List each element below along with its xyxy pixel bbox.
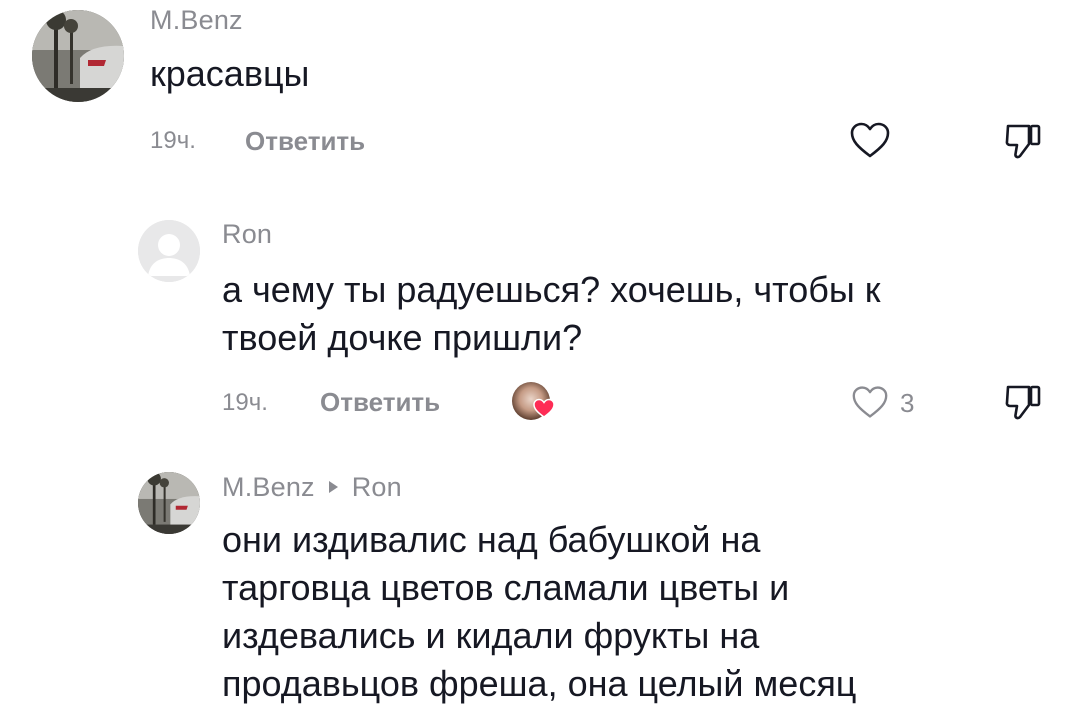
creator-liked-badge <box>512 382 555 420</box>
heart-filled-icon <box>532 396 556 420</box>
comment-text: а чему ты радуешься? хочешь, чтобы к тво… <box>222 269 881 358</box>
reply-to-username[interactable]: Ron <box>352 472 402 502</box>
like-button[interactable] <box>850 384 890 420</box>
avatar[interactable] <box>32 10 124 102</box>
reply-arrow-icon <box>328 481 338 494</box>
comment-text: они издивалис над бабушкой на тарговца ц… <box>222 519 857 704</box>
reply-button[interactable]: Ответить <box>320 387 440 418</box>
comment-username[interactable]: Ron <box>222 219 272 250</box>
comment-time: 19ч. <box>222 389 268 416</box>
like-button[interactable] <box>848 120 892 160</box>
comment-username-line: M.Benz Ron <box>222 472 402 503</box>
comment-username[interactable]: M.Benz <box>150 5 243 36</box>
like-count: 3 <box>900 388 915 418</box>
reply-button[interactable]: Ответить <box>245 126 365 157</box>
comment-item: Ron а чему ты радуешься? хочешь, чтобы к… <box>0 200 1080 450</box>
avatar[interactable] <box>138 220 200 282</box>
comment-item: M.Benz красавцы 19ч. Ответить <box>0 0 1080 200</box>
comment-time: 19ч. <box>150 127 196 154</box>
dislike-button[interactable] <box>1002 120 1044 162</box>
thumbs-down-icon <box>1002 381 1044 423</box>
comments-list: M.Benz красавцы 19ч. Ответить Ron а чему… <box>0 0 1080 721</box>
comment-username[interactable]: M.Benz <box>222 472 315 502</box>
avatar[interactable] <box>138 472 200 534</box>
comment-item: M.Benz Ron они издивалис над бабушкой на … <box>0 450 1080 721</box>
comment-text: красавцы <box>150 53 310 94</box>
dislike-button[interactable] <box>1002 381 1044 423</box>
heart-icon <box>850 384 890 420</box>
heart-icon <box>848 120 892 160</box>
thumbs-down-icon <box>1002 120 1044 162</box>
